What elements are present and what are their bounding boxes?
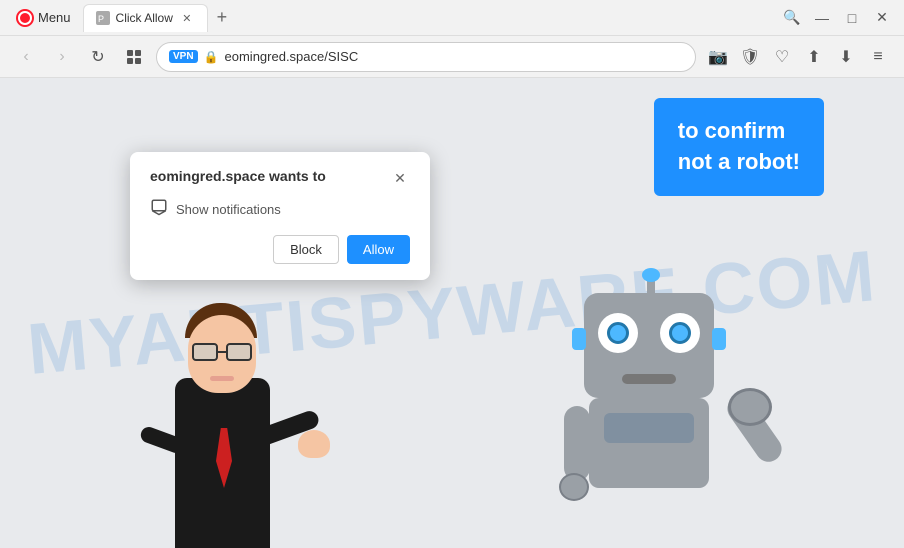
window-controls: 🔍 — □ ✕ [778,4,896,32]
popup-close-button[interactable]: ✕ [390,168,410,188]
cta-box: to confirm not a robot! [654,98,824,196]
maximize-button[interactable]: □ [838,4,866,32]
tabs-grid-icon [127,50,141,64]
close-button[interactable]: ✕ [868,4,896,32]
permission-label: Show notifications [176,202,281,217]
person-illustration [120,248,320,548]
tabs-area: P Click Allow ✕ + [79,4,770,32]
lock-icon: 🔒 [204,50,219,64]
back-button[interactable]: ‹ [12,43,40,71]
heart-button[interactable]: ♡ [768,43,796,71]
active-tab[interactable]: P Click Allow ✕ [83,4,208,32]
popup-header: eomingred.space wants to ✕ [150,168,410,188]
shield-button[interactable]: 🛡 [736,43,764,71]
toolbar-icons: 📷 🛡 ♡ ⬆ ⬇ ≡ [704,43,892,71]
url-path: /SISC [324,49,358,64]
address-bar: ‹ › ↻ VPN 🔒 eomingred.space/SISC 📷 🛡 ♡ ⬆… [0,36,904,78]
vpn-badge: VPN [169,50,198,63]
menu-label: Menu [38,10,71,25]
forward-button[interactable]: › [48,43,76,71]
cta-line2: not a robot! [678,147,800,178]
url-text: eomingred.space/SISC [225,49,683,64]
svg-text:P: P [98,14,104,24]
popup-permission: Show notifications [150,198,410,221]
browser-window: Menu P Click Allow ✕ + 🔍 — □ ✕ ‹ › ↻ [0,0,904,548]
menu-button[interactable]: ≡ [864,43,892,71]
url-bar[interactable]: VPN 🔒 eomingred.space/SISC [156,42,696,72]
popup-actions: Block Allow [150,235,410,264]
cta-line1: to confirm [678,116,800,147]
tab-favicon: P [96,11,110,25]
robot-illustration [554,268,754,548]
new-tab-button[interactable]: + [208,4,236,32]
tab-label: Click Allow [116,11,173,25]
url-domain: eomingred.space [225,49,325,64]
camera-button[interactable]: 📷 [704,43,732,71]
search-button[interactable]: 🔍 [778,4,806,32]
download-button[interactable]: ⬇ [832,43,860,71]
allow-button[interactable]: Allow [347,235,410,264]
opera-logo [16,9,34,27]
popup-title: eomingred.space wants to [150,168,378,184]
page-content: MYANTISPYWARE.COM to confirm not a robot… [0,78,904,548]
reload-button[interactable]: ↻ [84,43,112,71]
minimize-button[interactable]: — [808,4,836,32]
block-button[interactable]: Block [273,235,339,264]
tab-close-button[interactable]: ✕ [179,10,195,26]
notification-icon [150,198,168,221]
title-bar: Menu P Click Allow ✕ + 🔍 — □ ✕ [0,0,904,36]
tabs-grid-button[interactable] [120,43,148,71]
notification-popup: eomingred.space wants to ✕ Show notifica… [130,152,430,280]
opera-menu-button[interactable]: Menu [8,5,79,31]
share-button[interactable]: ⬆ [800,43,828,71]
